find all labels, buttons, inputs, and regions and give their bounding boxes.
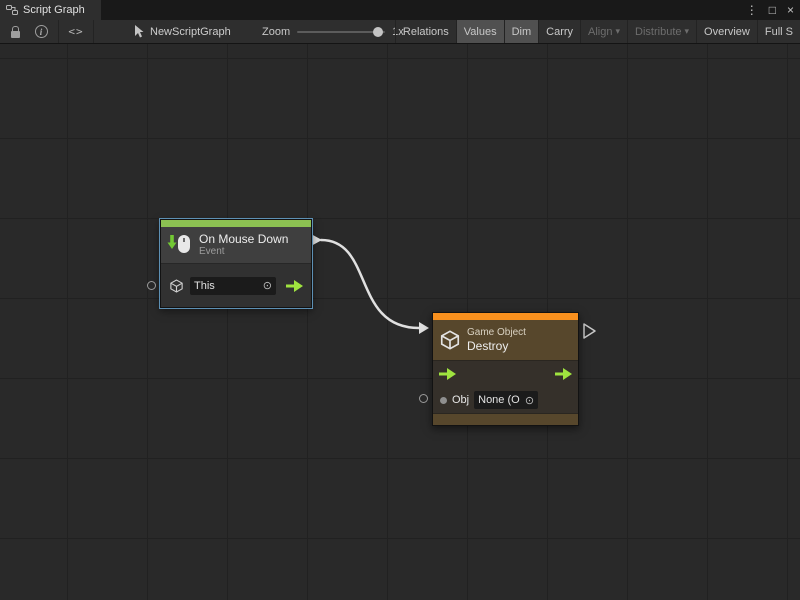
game-object-icon — [169, 278, 184, 294]
window-titlebar: Script Graph ⋮ □ × — [0, 0, 800, 20]
zoom-slider-knob[interactable] — [373, 27, 383, 37]
connection-layer — [0, 44, 800, 600]
carry-button-label: Carry — [546, 26, 573, 38]
tab-script-graph[interactable]: Script Graph — [0, 0, 101, 20]
carry-button[interactable]: Carry — [538, 20, 580, 43]
toolbar-separator — [58, 20, 59, 43]
zoom-slider[interactable] — [297, 31, 385, 33]
tab-title: Script Graph — [23, 4, 85, 16]
target-field[interactable]: This ⊙ — [190, 277, 276, 295]
graph-toolbar: i <> NewScriptGraph Zoom 1x Relations — [0, 20, 800, 44]
value-input-port[interactable] — [419, 394, 428, 403]
toolbar-left-icons: i <> — [2, 20, 98, 43]
values-button[interactable]: Values — [456, 20, 504, 43]
object-picker-icon[interactable]: ⊙ — [525, 394, 534, 407]
info-button[interactable]: i — [28, 20, 54, 43]
relations-button-label: Relations — [403, 26, 449, 38]
lock-icon — [11, 31, 20, 38]
chevron-down-icon: ▾ — [616, 26, 621, 37]
chevron-down-icon: ▾ — [685, 26, 690, 37]
values-button-label: Values — [464, 26, 497, 38]
destroy-node[interactable]: Game Object Destroy Obj — [432, 312, 579, 426]
flow-output-port-icon[interactable] — [555, 368, 572, 380]
target-field-value: This — [194, 280, 215, 292]
unity-script-graph-window: Script Graph ⋮ □ × i <> NewScri — [0, 0, 800, 600]
window-controls: ⋮ □ × — [746, 0, 794, 20]
event-accent-bar — [161, 220, 311, 227]
zoom-label: Zoom — [262, 26, 290, 38]
node-title: Destroy — [467, 339, 526, 353]
object-picker-icon[interactable]: ⊙ — [263, 279, 272, 292]
window-close-icon[interactable]: × — [787, 0, 794, 20]
flow-continuation-icon[interactable] — [584, 324, 595, 338]
obj-field-value: None (O — [478, 394, 520, 406]
cursor-icon — [134, 25, 144, 38]
flow-input-port-icon[interactable] — [439, 368, 456, 380]
node-title: On Mouse Down — [199, 232, 288, 246]
distribute-button-label: Distribute — [635, 26, 681, 38]
graph-canvas[interactable]: On Mouse Down Event This ⊙ — [0, 44, 800, 600]
graph-breadcrumb[interactable]: NewScriptGraph — [134, 20, 231, 43]
align-button[interactable]: Align ▾ — [580, 20, 627, 43]
obj-field[interactable]: None (O ⊙ — [474, 391, 538, 409]
overview-button[interactable]: Overview — [696, 20, 757, 43]
dim-button-label: Dim — [512, 26, 532, 38]
event-node-titles: On Mouse Down Event — [199, 232, 288, 258]
align-button-label: Align — [588, 26, 612, 38]
toolbar-separator — [93, 20, 94, 43]
fullscreen-button[interactable]: Full S — [757, 20, 800, 43]
on-mouse-down-node[interactable]: On Mouse Down Event This ⊙ — [160, 219, 312, 308]
overview-button-label: Overview — [704, 26, 750, 38]
obj-input-row: Obj None (O ⊙ — [433, 387, 578, 413]
window-maximize-icon[interactable]: □ — [769, 0, 776, 20]
game-object-icon — [439, 329, 461, 351]
window-menu-icon[interactable]: ⋮ — [746, 0, 758, 20]
graph-name-label: NewScriptGraph — [150, 26, 231, 38]
event-node-body: This ⊙ — [161, 263, 311, 307]
wire-start-arrow-icon — [311, 234, 322, 246]
distribute-button[interactable]: Distribute ▾ — [627, 20, 696, 43]
obj-label: Obj — [452, 394, 469, 406]
node-category: Game Object — [467, 327, 526, 339]
info-icon: i — [35, 25, 48, 38]
toolbar-buttons: Relations Values Dim Carry Align ▾ Distr… — [395, 20, 800, 43]
event-node-header: On Mouse Down Event — [161, 227, 311, 263]
flow-ports-row — [433, 361, 578, 387]
destroy-node-body: Obj None (O ⊙ — [433, 360, 578, 413]
connection-wire[interactable] — [321, 240, 419, 328]
flow-output-port-icon[interactable] — [286, 280, 303, 292]
script-graph-icon — [6, 4, 18, 16]
node-subtitle: Event — [199, 246, 288, 258]
fullscreen-button-label: Full S — [765, 26, 793, 38]
wire-end-arrow-icon — [419, 322, 429, 334]
value-port-dot-icon[interactable] — [440, 397, 447, 404]
zoom-control: Zoom 1x — [262, 20, 404, 43]
relations-button[interactable]: Relations — [395, 20, 456, 43]
destroy-node-footer — [433, 413, 578, 425]
mouse-down-event-icon — [167, 232, 193, 258]
code-icon: <> — [68, 25, 83, 38]
edit-code-button[interactable]: <> — [63, 20, 89, 43]
destroy-accent-bar — [433, 313, 578, 320]
destroy-node-header: Game Object Destroy — [433, 320, 578, 360]
lock-button[interactable] — [2, 20, 28, 43]
destroy-node-titles: Game Object Destroy — [467, 327, 526, 353]
dim-button[interactable]: Dim — [504, 20, 539, 43]
value-input-port[interactable] — [147, 281, 156, 290]
